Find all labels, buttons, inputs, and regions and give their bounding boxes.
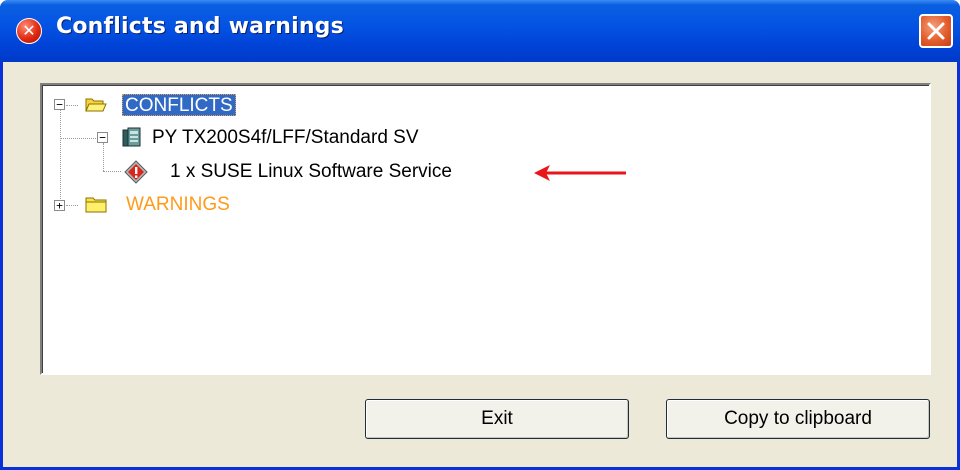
conflicts-node-label[interactable]: CONFLICTS — [122, 94, 236, 116]
title-bar[interactable]: ✕ Conflicts and warnings — [0, 0, 960, 62]
server-icon — [122, 127, 141, 147]
server-node-label[interactable]: PY TX200S4f/LFF/Standard SV — [152, 127, 419, 149]
error-icon: ✕ — [16, 18, 42, 44]
window-title: Conflicts and warnings — [56, 14, 344, 39]
exit-button[interactable]: Exit — [365, 399, 629, 439]
tree-connector — [60, 138, 98, 139]
tree-view[interactable]: − CONFLICTS − PY TX200S4f/LFF/Standard S… — [40, 83, 931, 375]
red-arrow-annotation — [534, 165, 626, 181]
conflict-diamond-icon — [124, 160, 148, 184]
tree-connector — [66, 105, 78, 106]
tree-connector — [103, 171, 121, 172]
dialog-window: ✕ Conflicts and warnings − CONFLICTS − P… — [0, 0, 960, 470]
collapse-toggle-server[interactable]: − — [97, 132, 108, 143]
close-button[interactable] — [919, 14, 953, 48]
warnings-node-label[interactable]: WARNINGS — [126, 194, 230, 216]
service-node-label[interactable]: 1 x SUSE Linux Software Service — [170, 161, 452, 183]
tree-connector — [60, 109, 61, 205]
expand-toggle-warnings[interactable]: + — [54, 200, 65, 211]
copy-to-clipboard-button[interactable]: Copy to clipboard — [666, 399, 930, 439]
collapse-toggle-conflicts[interactable]: − — [54, 99, 65, 110]
tree-connector — [103, 143, 104, 171]
open-folder-icon — [85, 98, 107, 112]
folder-icon — [85, 197, 107, 213]
close-icon — [927, 22, 945, 40]
tree-connector — [66, 205, 78, 206]
